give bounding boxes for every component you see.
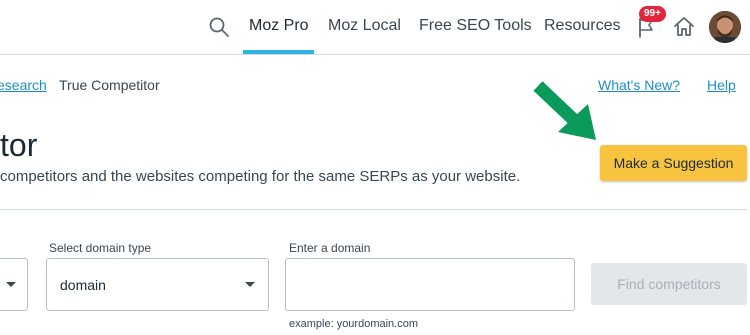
home-icon[interactable] xyxy=(672,15,696,39)
chevron-down-icon xyxy=(245,282,255,287)
domain-input-label: Enter a domain xyxy=(289,241,371,255)
find-competitors-button[interactable]: Find competitors xyxy=(591,263,747,305)
domain-type-value: domain xyxy=(60,277,106,293)
nav-free-seo-tools[interactable]: Free SEO Tools xyxy=(419,17,532,35)
nav-moz-local[interactable]: Moz Local xyxy=(328,17,401,35)
avatar[interactable] xyxy=(709,11,741,43)
nav-resources[interactable]: Resources xyxy=(544,17,620,35)
active-tab-indicator xyxy=(243,50,314,54)
help-link[interactable]: Help xyxy=(707,77,736,93)
nav-moz-pro[interactable]: Moz Pro xyxy=(249,17,309,35)
domain-input[interactable] xyxy=(285,258,575,311)
truncated-select[interactable] xyxy=(0,258,28,311)
domain-type-select[interactable]: domain xyxy=(46,258,269,311)
page-subtitle: competitors and the websites competing f… xyxy=(0,168,521,185)
notification-badge: 99+ xyxy=(639,6,666,22)
domain-helper-text: example: yourdomain.com xyxy=(289,318,419,330)
search-icon[interactable] xyxy=(208,16,230,38)
make-suggestion-button[interactable]: Make a Suggestion xyxy=(600,145,747,181)
whats-new-link[interactable]: What's New? xyxy=(598,77,680,93)
top-nav: Moz Pro Moz Local Free SEO Tools Resourc… xyxy=(0,0,750,55)
breadcrumb-current: True Competitor xyxy=(59,77,160,93)
chevron-down-icon xyxy=(6,282,16,287)
arrow-annotation-icon xyxy=(533,81,596,140)
domain-type-label: Select domain type xyxy=(49,241,152,255)
page-title: tor xyxy=(0,127,38,163)
divider xyxy=(0,209,747,210)
breadcrumb-parent-link[interactable]: esearch xyxy=(0,77,47,93)
